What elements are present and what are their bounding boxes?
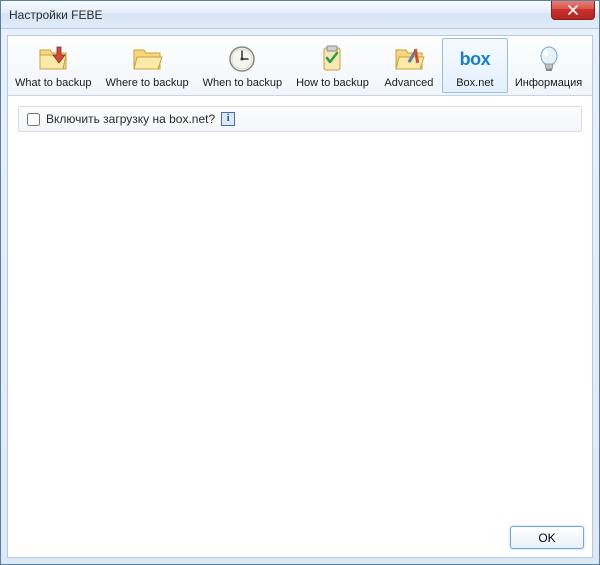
dialog-footer: OK: [510, 526, 584, 549]
tab-how-to-backup[interactable]: How to backup: [289, 38, 376, 93]
option-enable-boxnet: Включить загрузку на box.net? i: [18, 106, 582, 132]
clipboard-check-icon: [316, 43, 348, 75]
close-icon: [568, 5, 578, 15]
tab-label: Информация: [515, 77, 582, 89]
lightbulb-icon: [533, 43, 565, 75]
close-button[interactable]: [551, 1, 595, 20]
tab-label: Where to backup: [105, 77, 188, 89]
titlebar: Настройки FEBE: [1, 1, 599, 29]
ok-button[interactable]: OK: [510, 526, 584, 549]
enable-boxnet-label: Включить загрузку на box.net?: [46, 112, 215, 126]
folder-open-icon: [131, 43, 163, 75]
tab-label: What to backup: [15, 77, 91, 89]
tab-advanced[interactable]: Advanced: [376, 38, 442, 93]
tab-toolbar: What to backup Where to backup: [8, 36, 592, 96]
enable-boxnet-checkbox[interactable]: [27, 113, 40, 126]
tab-what-to-backup[interactable]: What to backup: [8, 38, 98, 93]
settings-window: Настройки FEBE What to backup: [0, 0, 600, 565]
box-logo-icon: box: [459, 43, 491, 75]
content-area: What to backup Where to backup: [7, 35, 593, 558]
clock-icon: [226, 43, 258, 75]
tab-boxnet[interactable]: box Box.net: [442, 38, 508, 93]
tab-label: Advanced: [384, 77, 433, 89]
info-icon[interactable]: i: [221, 112, 235, 126]
tab-panel-boxnet: Включить загрузку на box.net? i: [8, 96, 592, 557]
window-title: Настройки FEBE: [9, 8, 103, 22]
tab-information[interactable]: Информация: [508, 38, 589, 93]
tab-label: How to backup: [296, 77, 369, 89]
tab-when-to-backup[interactable]: When to backup: [196, 38, 290, 93]
tab-label: Box.net: [456, 77, 493, 89]
tab-where-to-backup[interactable]: Where to backup: [98, 38, 195, 93]
tab-label: When to backup: [203, 77, 283, 89]
folder-tools-icon: [393, 43, 425, 75]
folder-arrow-icon: [37, 43, 69, 75]
